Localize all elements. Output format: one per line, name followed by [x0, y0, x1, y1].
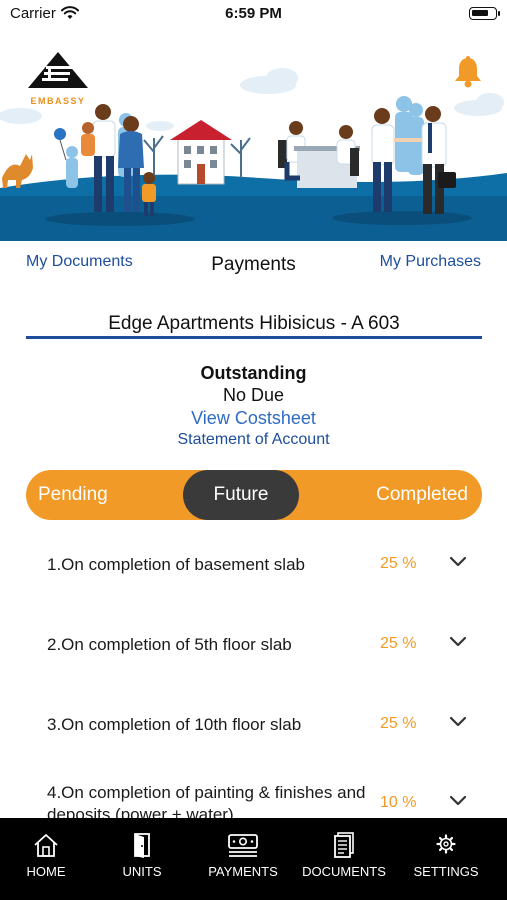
view-costsheet-link[interactable]: View Costsheet [0, 407, 507, 429]
tab-settings[interactable]: SETTINGS [400, 818, 492, 900]
tab-settings-label: SETTINGS [413, 864, 479, 879]
embassy-logo: EMBASSY [26, 50, 90, 106]
header-illustration: EMBASSY [0, 28, 507, 241]
payments-header-nav: My Documents Payments My Purchases [0, 251, 507, 281]
milestone-percent: 10 % [380, 794, 417, 811]
segment-completed[interactable]: Completed [376, 470, 468, 520]
milestone-row[interactable]: 1.On completion of basement slab 25 % [0, 530, 507, 610]
gear-icon [436, 834, 456, 854]
tab-units[interactable]: UNITS [96, 818, 188, 900]
clock: 6:59 PM [225, 5, 282, 22]
property-title[interactable]: Edge Apartments Hibisicus - A 603 [26, 313, 482, 335]
segment-future[interactable]: Future [183, 470, 299, 520]
notification-bell-icon[interactable] [451, 55, 485, 89]
bottom-tab-bar: HOME UNITS PAYMENTS DOCUMENTS SETTINGS [0, 818, 507, 900]
tab-payments[interactable]: PAYMENTS [197, 818, 289, 900]
payment-status-segment: Pending Future Completed [26, 470, 482, 520]
chevron-down-icon[interactable] [449, 716, 467, 728]
milestone-label: 4.On completion of painting & finishes a… [47, 783, 366, 818]
milestone-percent: 25 % [380, 555, 417, 572]
segment-pending[interactable]: Pending [38, 470, 108, 520]
milestone-row[interactable]: 3.On completion of 10th floor slab 25 % [0, 690, 507, 770]
chevron-down-icon[interactable] [449, 556, 467, 568]
tab-payments-label: PAYMENTS [208, 864, 278, 879]
milestone-label: 1.On completion of basement slab [47, 555, 305, 574]
tab-home[interactable]: HOME [0, 818, 92, 900]
logo-mark [28, 52, 88, 88]
tab-documents[interactable]: DOCUMENTS [298, 818, 390, 900]
status-bar: Carrier 6:59 PM [0, 0, 507, 28]
outstanding-value: No Due [222, 385, 285, 405]
chevron-down-icon[interactable] [449, 636, 467, 648]
milestone-list: 1.On completion of basement slab 25 % 2.… [0, 530, 507, 818]
battery-level [472, 10, 488, 16]
property-divider [26, 336, 482, 339]
statement-of-account-link[interactable]: Statement of Account [0, 429, 507, 451]
battery-icon [469, 7, 500, 20]
door-icon [134, 833, 150, 858]
tab-home-label: HOME [26, 864, 66, 879]
my-purchases-link[interactable]: My Purchases [380, 253, 481, 271]
tab-documents-label: DOCUMENTS [302, 864, 386, 879]
documents-icon [334, 832, 354, 858]
milestone-label: 3.On completion of 10th floor slab [47, 715, 302, 734]
logo-text: EMBASSY [30, 96, 86, 106]
milestone-percent: 25 % [380, 715, 417, 732]
outstanding-summary: Outstanding No Due View Costsheet Statem… [0, 362, 507, 451]
cash-icon [228, 834, 258, 857]
tab-units-label: UNITS [122, 864, 162, 879]
outstanding-label: Outstanding [200, 363, 307, 383]
milestone-row[interactable]: 2.On completion of 5th floor slab 25 % [0, 610, 507, 690]
milestone-percent: 25 % [380, 635, 417, 652]
milestone-row[interactable]: 4.On completion of painting & finishes a… [0, 770, 507, 818]
chevron-down-icon[interactable] [449, 795, 467, 807]
home-icon [34, 834, 58, 857]
milestone-label: 2.On completion of 5th floor slab [47, 635, 292, 654]
